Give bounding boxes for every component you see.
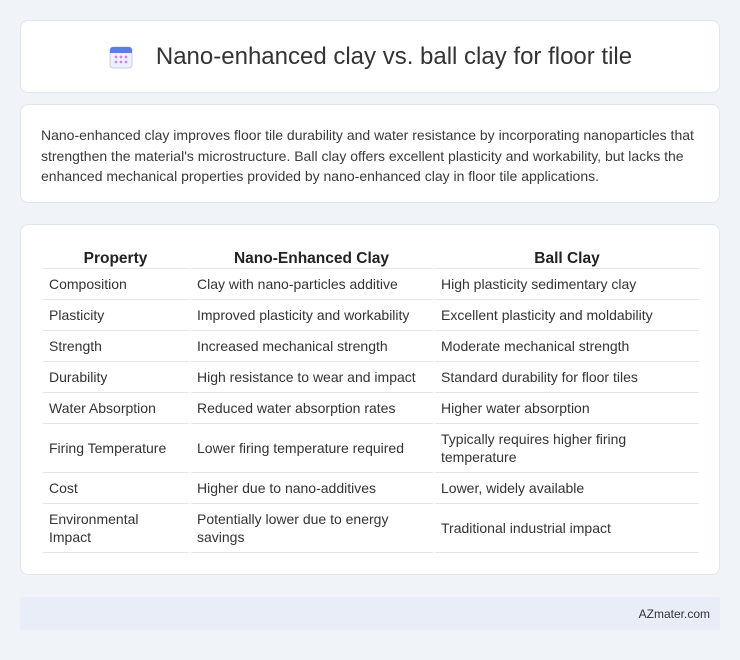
comparison-card: Property Nano-Enhanced Clay Ball Clay Co… [20,224,720,575]
calendar-icon [109,46,133,68]
comparison-table: Property Nano-Enhanced Clay Ball Clay Co… [43,247,699,553]
ball-clay-cell: Excellent plasticity and moldability [435,300,699,331]
table-row: Plasticity Improved plasticity and worka… [43,300,699,331]
table-row: Firing Temperature Lower firing temperat… [43,424,699,473]
nano-clay-cell: Reduced water absorption rates [191,393,435,424]
nano-clay-cell: Lower firing temperature required [191,424,435,473]
property-cell: Composition [43,269,191,300]
table-row: Strength Increased mechanical strength M… [43,331,699,362]
table-header-row: Property Nano-Enhanced Clay Ball Clay [43,247,699,269]
nano-clay-cell: Potentially lower due to energy savings [191,504,435,553]
ball-clay-cell: High plasticity sedimentary clay [435,269,699,300]
table-row: Environmental Impact Potentially lower d… [43,504,699,553]
table-row: Cost Higher due to nano-additives Lower,… [43,473,699,504]
nano-clay-cell: Clay with nano-particles additive [191,269,435,300]
table-row: Water Absorption Reduced water absorptio… [43,393,699,424]
ball-clay-cell: Traditional industrial impact [435,504,699,553]
nano-clay-cell: Improved plasticity and workability [191,300,435,331]
header-nano-enhanced-clay: Nano-Enhanced Clay [191,247,435,269]
nano-clay-cell: High resistance to wear and impact [191,362,435,393]
page-title: Nano-enhanced clay vs. ball clay for flo… [155,42,633,70]
ball-clay-cell: Typically requires higher firing tempera… [435,424,699,473]
table-row: Durability High resistance to wear and i… [43,362,699,393]
property-cell: Strength [43,331,191,362]
property-cell: Plasticity [43,300,191,331]
title-card: Nano-enhanced clay vs. ball clay for flo… [20,20,720,93]
table-row: Composition Clay with nano-particles add… [43,269,699,300]
property-cell: Firing Temperature [43,424,191,473]
footer: AZmater.com [20,597,720,630]
header-property: Property [43,247,191,269]
intro-card: Nano-enhanced clay improves floor tile d… [20,104,720,203]
ball-clay-cell: Moderate mechanical strength [435,331,699,362]
intro-paragraph: Nano-enhanced clay improves floor tile d… [41,127,694,184]
property-cell: Durability [43,362,191,393]
ball-clay-cell: Standard durability for floor tiles [435,362,699,393]
property-cell: Water Absorption [43,393,191,424]
ball-clay-cell: Lower, widely available [435,473,699,504]
nano-clay-cell: Higher due to nano-additives [191,473,435,504]
property-cell: Cost [43,473,191,504]
property-cell: Environmental Impact [43,504,191,553]
nano-clay-cell: Increased mechanical strength [191,331,435,362]
footer-site-name: AZmater.com [638,606,710,621]
header-ball-clay: Ball Clay [435,247,699,269]
ball-clay-cell: Higher water absorption [435,393,699,424]
